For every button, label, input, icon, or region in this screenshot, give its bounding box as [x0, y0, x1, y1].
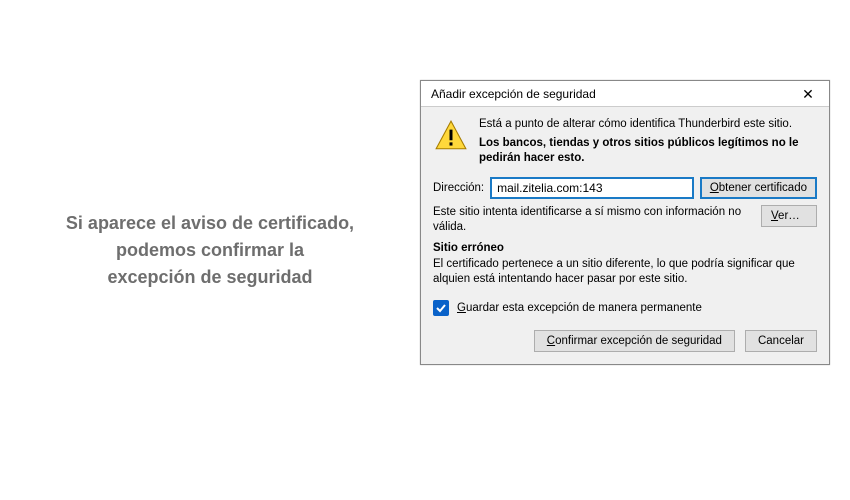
security-exception-dialog: Añadir excepción de seguridad ✕ Está a p…	[420, 80, 830, 365]
get-certificate-button[interactable]: Obtener certificado	[700, 177, 817, 199]
cancel-label: Cancelar	[758, 335, 804, 347]
instruction-text: Si aparece el aviso de certificado, pode…	[66, 210, 354, 291]
warning-line1: Está a punto de alterar cómo identifica …	[479, 117, 817, 133]
wrong-site-body: El certificado pertenece a un sitio dife…	[433, 257, 817, 288]
address-label: Dirección:	[433, 182, 484, 194]
confirm-exception-button[interactable]: Confirmar excepción de seguridad	[534, 330, 735, 352]
save-permanent-label: Guardar esta excepción de manera permane…	[457, 302, 702, 314]
cancel-button[interactable]: Cancelar	[745, 330, 817, 352]
wrong-site-header: Sitio erróneo	[433, 242, 817, 254]
close-button[interactable]: ✕	[793, 84, 823, 104]
save-permanent-row[interactable]: Guardar esta excepción de manera permane…	[433, 300, 817, 316]
instruction-line: podemos confirmar la	[66, 237, 354, 264]
instruction-line: excepción de seguridad	[66, 264, 354, 291]
instruction-line: Si aparece el aviso de certificado,	[66, 210, 354, 237]
address-input[interactable]	[490, 177, 694, 199]
dialog-title: Añadir excepción de seguridad	[431, 87, 596, 101]
titlebar: Añadir excepción de seguridad ✕	[421, 81, 829, 107]
confirm-exception-label: Confirmar excepción de seguridad	[547, 335, 722, 347]
check-icon	[435, 302, 447, 314]
warning-bold: Los bancos, tiendas y otros sitios públi…	[479, 136, 817, 167]
view-button[interactable]: Ver…	[761, 205, 817, 227]
close-icon: ✕	[802, 87, 814, 101]
warning-text: Está a punto de alterar cómo identifica …	[479, 117, 817, 167]
warning-icon	[433, 117, 469, 167]
save-permanent-checkbox[interactable]	[433, 300, 449, 316]
get-certificate-label: Obtener certificado	[710, 182, 807, 194]
view-button-label: Ver…	[771, 210, 800, 222]
invalid-info-text: Este sitio intenta identificarse a sí mi…	[433, 205, 753, 236]
